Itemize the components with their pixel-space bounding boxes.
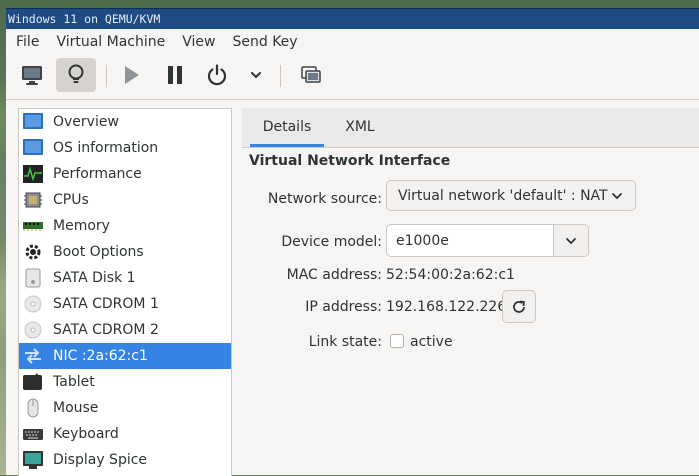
details-button[interactable] <box>56 58 96 92</box>
ip-address-label: IP address: <box>305 299 382 315</box>
sidebar-item-performance[interactable]: Performance <box>19 161 231 187</box>
tab-xml[interactable]: XML <box>334 108 386 147</box>
device-model-label: Device model: <box>281 234 382 250</box>
sidebar-item-overview[interactable]: Overview <box>19 109 231 135</box>
sidebar-item-keyboard[interactable]: Keyboard <box>19 421 231 447</box>
link-state-label: Link state: <box>308 334 382 350</box>
sidebar-item-label: SATA Disk 1 <box>53 270 136 286</box>
sidebar-item-sata-cdrom-2[interactable]: SATA CDROM 2 <box>19 317 231 343</box>
sidebar-item-label: SATA CDROM 2 <box>53 322 159 338</box>
network-icon <box>21 345 45 367</box>
disk-icon <box>21 267 45 289</box>
shutdown-button[interactable] <box>202 58 232 92</box>
sidebar-item-label: Tablet <box>53 374 95 390</box>
keyboard-icon <box>21 423 45 445</box>
play-icon <box>125 66 139 84</box>
sidebar-item-label: Keyboard <box>53 426 119 442</box>
overview-icon <box>21 111 45 133</box>
menubar: File Virtual Machine View Send Key <box>6 29 699 55</box>
device-model-combo: e1000e <box>386 224 589 257</box>
toolbar-separator <box>280 65 281 87</box>
sidebar-item-label: NIC :2a:62:c1 <box>53 348 148 364</box>
refresh-ip-button[interactable] <box>502 290 536 323</box>
screenshot-icon <box>301 66 321 83</box>
hardware-list: Overview OS information Performance CPUs… <box>18 108 232 476</box>
device-model-entry[interactable]: e1000e <box>387 225 553 256</box>
monitor-icon <box>22 66 42 85</box>
power-icon <box>207 64 227 86</box>
sidebar-item-os-information[interactable]: OS information <box>19 135 231 161</box>
menu-virtual-machine[interactable]: Virtual Machine <box>47 29 173 55</box>
run-button[interactable] <box>116 58 146 92</box>
sidebar-item-cpus[interactable]: CPUs <box>19 187 231 213</box>
shutdown-menu-button[interactable] <box>246 58 266 92</box>
cdrom-icon <box>21 319 45 341</box>
section-title: Virtual Network Interface <box>249 153 451 169</box>
menu-file[interactable]: File <box>6 29 47 55</box>
sidebar-item-boot-options[interactable]: Boot Options <box>19 239 231 265</box>
toolbar <box>6 55 699 100</box>
sidebar-item-memory[interactable]: Memory <box>19 213 231 239</box>
tab-bar: Details XML <box>242 108 699 148</box>
menu-view[interactable]: View <box>173 29 223 55</box>
menu-send-key[interactable]: Send Key <box>223 29 305 55</box>
mac-address-label: MAC address: <box>286 267 382 283</box>
memory-icon <box>21 215 45 237</box>
tab-details[interactable]: Details <box>250 108 324 147</box>
sidebar-item-sata-cdrom-1[interactable]: SATA CDROM 1 <box>19 291 231 317</box>
toolbar-separator <box>106 65 107 87</box>
sidebar-item-label: Boot Options <box>53 244 144 260</box>
chevron-down-icon <box>566 237 576 244</box>
network-source-value: Virtual network 'default' : NAT <box>398 187 608 204</box>
sidebar-item-display-spice[interactable]: Display Spice <box>19 447 231 473</box>
sidebar-item-mouse[interactable]: Mouse <box>19 395 231 421</box>
vm-window: Windows 11 on QEMU/KVM File Virtual Mach… <box>6 8 699 476</box>
ip-address-value: 192.168.122.226 <box>386 299 507 315</box>
details-panel: Details XML Virtual Network Interface Ne… <box>242 108 699 475</box>
mac-address-value: 52:54:00:2a:62:c1 <box>386 267 515 283</box>
sidebar-item-label: Mouse <box>53 400 99 416</box>
refresh-icon <box>513 300 525 313</box>
mouse-icon <box>21 397 45 419</box>
sidebar-item-label: Display Spice <box>53 452 148 468</box>
cdrom-icon <box>21 293 45 315</box>
window-title: Windows 11 on QEMU/KVM <box>6 8 699 29</box>
snapshot-button[interactable] <box>296 58 326 92</box>
sidebar-item-nic[interactable]: NIC :2a:62:c1 <box>19 343 231 369</box>
sidebar-item-sata-disk-1[interactable]: SATA Disk 1 <box>19 265 231 291</box>
sidebar-item-label: CPUs <box>53 192 89 208</box>
sidebar-item-label: Overview <box>53 114 119 130</box>
device-model-dropdown-button[interactable] <box>553 225 588 256</box>
os-info-icon <box>21 137 45 159</box>
link-state-option-label[interactable]: active <box>410 334 453 350</box>
link-state-checkbox[interactable] <box>390 334 404 348</box>
lightbulb-icon <box>68 64 84 83</box>
gear-icon <box>21 241 45 263</box>
network-source-label: Network source: <box>267 191 382 207</box>
network-source-dropdown[interactable]: Virtual network 'default' : NAT <box>386 180 636 211</box>
sidebar-item-label: OS information <box>53 140 159 156</box>
performance-icon <box>21 163 45 185</box>
sidebar-item-label: SATA CDROM 1 <box>53 296 159 312</box>
sidebar-item-label: Performance <box>53 166 142 182</box>
tablet-icon <box>21 371 45 393</box>
sidebar-item-label: Memory <box>53 218 110 234</box>
cpu-icon <box>21 189 45 211</box>
console-button[interactable] <box>14 58 50 92</box>
display-icon <box>21 449 45 471</box>
chevron-down-icon <box>251 72 261 79</box>
device-model-value: e1000e <box>396 232 449 249</box>
sidebar-item-tablet[interactable]: Tablet <box>19 369 231 395</box>
pause-button[interactable] <box>160 58 190 92</box>
pause-icon <box>168 66 182 84</box>
chevron-down-icon <box>611 192 622 199</box>
